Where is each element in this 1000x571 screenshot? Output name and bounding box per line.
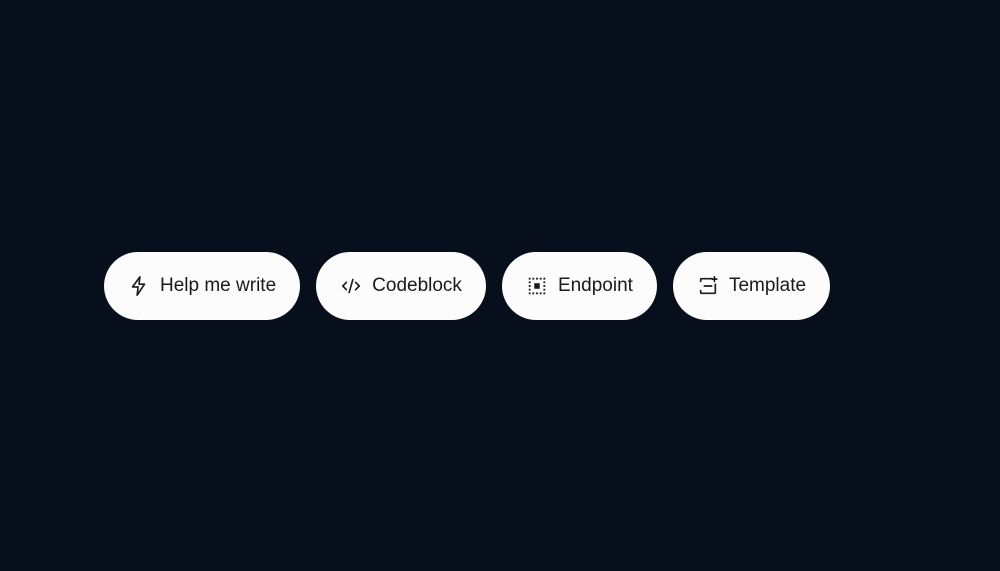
help-me-write-button[interactable]: Help me write [104,252,300,320]
lightning-icon [128,275,150,297]
help-me-write-label: Help me write [160,275,276,297]
action-button-row: Help me write Codeblock [0,252,1000,320]
template-icon [697,275,719,297]
codeblock-button[interactable]: Codeblock [316,252,486,320]
square-icon [526,275,548,297]
endpoint-label: Endpoint [558,275,633,297]
template-button[interactable]: Template [673,252,830,320]
codeblock-label: Codeblock [372,275,462,297]
template-label: Template [729,275,806,297]
code-icon [340,275,362,297]
endpoint-button[interactable]: Endpoint [502,252,657,320]
